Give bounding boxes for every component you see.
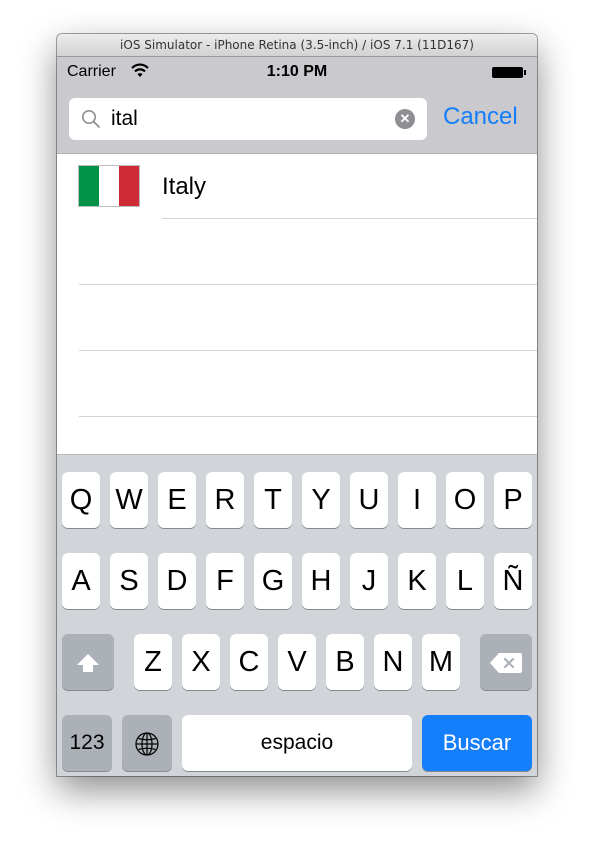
- search-input-value: ital: [111, 107, 138, 130]
- search-icon: [82, 110, 100, 128]
- keyboard: Q W E R T Y U I O P A S D F G H J K L Ñ: [57, 454, 537, 776]
- window-title: iOS Simulator - iPhone Retina (3.5-inch)…: [57, 34, 537, 57]
- key-q[interactable]: Q: [62, 472, 100, 528]
- delete-key[interactable]: [480, 634, 532, 690]
- key-g[interactable]: G: [254, 553, 292, 609]
- globe-key[interactable]: [122, 715, 172, 771]
- key-v[interactable]: V: [278, 634, 316, 690]
- row-divider: [79, 284, 537, 285]
- italy-flag-icon: [78, 165, 140, 207]
- key-h[interactable]: H: [302, 553, 340, 609]
- key-n[interactable]: N: [374, 634, 412, 690]
- battery-icon: [492, 67, 526, 78]
- key-c[interactable]: C: [230, 634, 268, 690]
- shift-icon: [77, 654, 99, 673]
- key-j[interactable]: J: [350, 553, 388, 609]
- key-e[interactable]: E: [158, 472, 196, 528]
- key-u[interactable]: U: [350, 472, 388, 528]
- key-enye[interactable]: Ñ: [494, 553, 532, 609]
- results-list: Italy: [57, 154, 537, 454]
- key-t[interactable]: T: [254, 472, 292, 528]
- key-a[interactable]: A: [62, 553, 100, 609]
- key-y[interactable]: Y: [302, 472, 340, 528]
- row-divider: [79, 416, 537, 417]
- key-x[interactable]: X: [182, 634, 220, 690]
- globe-icon: [135, 732, 159, 756]
- search-bar: ital ✕ Cancel: [57, 87, 537, 154]
- row-divider: [162, 218, 537, 219]
- key-d[interactable]: D: [158, 553, 196, 609]
- key-r[interactable]: R: [206, 472, 244, 528]
- numbers-key[interactable]: 123: [62, 715, 112, 771]
- key-l[interactable]: L: [446, 553, 484, 609]
- simulator-window: iOS Simulator - iPhone Retina (3.5-inch)…: [57, 34, 537, 776]
- key-m[interactable]: M: [422, 634, 460, 690]
- clear-icon[interactable]: ✕: [395, 109, 415, 129]
- key-i[interactable]: I: [398, 472, 436, 528]
- row-divider: [79, 350, 537, 351]
- key-s[interactable]: S: [110, 553, 148, 609]
- shift-key[interactable]: [62, 634, 114, 690]
- list-item-label: Italy: [162, 173, 207, 200]
- key-w[interactable]: W: [110, 472, 148, 528]
- key-k[interactable]: K: [398, 553, 436, 609]
- phone-screen: Carrier 1:10 PM ital ✕ Cancel Italy Q W …: [57, 57, 537, 776]
- key-f[interactable]: F: [206, 553, 244, 609]
- list-item[interactable]: Italy: [57, 154, 537, 218]
- status-time: 1:10 PM: [266, 63, 328, 80]
- search-key[interactable]: Buscar: [422, 715, 532, 771]
- key-o[interactable]: O: [446, 472, 484, 528]
- search-input[interactable]: ital ✕: [69, 98, 427, 140]
- delete-icon: [490, 653, 522, 674]
- cancel-button[interactable]: Cancel: [443, 103, 518, 131]
- status-bar: Carrier 1:10 PM: [57, 57, 537, 87]
- key-p[interactable]: P: [494, 472, 532, 528]
- space-key[interactable]: espacio: [182, 715, 412, 771]
- key-z[interactable]: Z: [134, 634, 172, 690]
- key-b[interactable]: B: [326, 634, 364, 690]
